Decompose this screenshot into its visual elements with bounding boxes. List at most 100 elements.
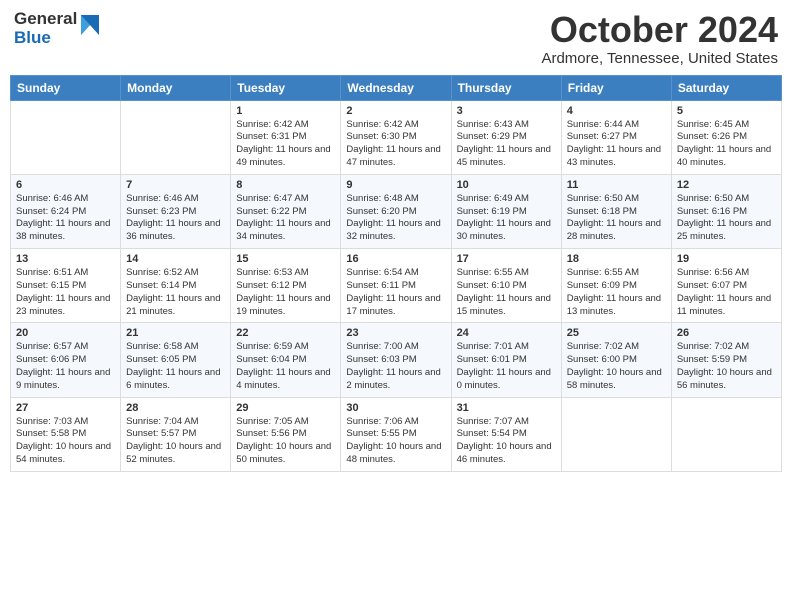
day-number: 22 [236, 327, 335, 339]
calendar-cell: 10Sunrise: 6:49 AM Sunset: 6:19 PM Dayli… [451, 174, 561, 248]
day-number: 2 [346, 105, 445, 117]
cell-content: Sunrise: 6:45 AM Sunset: 6:26 PM Dayligh… [677, 119, 776, 170]
cell-content: Sunrise: 6:58 AM Sunset: 6:05 PM Dayligh… [126, 341, 225, 392]
cell-content: Sunrise: 7:01 AM Sunset: 6:01 PM Dayligh… [457, 341, 556, 392]
calendar-cell [11, 100, 121, 174]
header-wednesday: Wednesday [341, 75, 451, 100]
day-number: 11 [567, 179, 666, 191]
day-number: 30 [346, 402, 445, 414]
cell-content: Sunrise: 7:02 AM Sunset: 5:59 PM Dayligh… [677, 341, 776, 392]
cell-content: Sunrise: 6:50 AM Sunset: 6:18 PM Dayligh… [567, 193, 666, 244]
logo-blue: Blue [14, 29, 77, 48]
calendar-cell: 14Sunrise: 6:52 AM Sunset: 6:14 PM Dayli… [121, 249, 231, 323]
day-number: 7 [126, 179, 225, 191]
calendar-cell: 17Sunrise: 6:55 AM Sunset: 6:10 PM Dayli… [451, 249, 561, 323]
day-number: 19 [677, 253, 776, 265]
cell-content: Sunrise: 6:55 AM Sunset: 6:09 PM Dayligh… [567, 267, 666, 318]
cell-content: Sunrise: 6:59 AM Sunset: 6:04 PM Dayligh… [236, 341, 335, 392]
calendar-week-row: 20 Sunrise: 6:57 AM Sunset: 6:06 PM Dayli… [11, 323, 782, 397]
day-number: 26 [677, 327, 776, 339]
calendar-cell [671, 397, 781, 471]
day-number: 5 [677, 105, 776, 117]
calendar-cell: 21 Sunrise: 6:58 AM Sunset: 6:05 PM Dayli… [121, 323, 231, 397]
logo-general: General [14, 10, 77, 29]
cell-content: Sunrise: 6:56 AM Sunset: 6:07 PM Dayligh… [677, 267, 776, 318]
day-number: 8 [236, 179, 335, 191]
calendar-cell: 7 Sunrise: 6:46 AM Sunset: 6:23 PM Daylig… [121, 174, 231, 248]
header-friday: Friday [561, 75, 671, 100]
cell-content: Sunrise: 7:00 AM Sunset: 6:03 PM Dayligh… [346, 341, 445, 392]
logo-icon [79, 11, 101, 44]
cell-content: Sunrise: 6:42 AM Sunset: 6:31 PM Dayligh… [236, 119, 335, 170]
calendar-cell: 6Sunrise: 6:46 AM Sunset: 6:24 PM Daylig… [11, 174, 121, 248]
header-thursday: Thursday [451, 75, 561, 100]
day-number: 15 [236, 253, 335, 265]
calendar-cell: 15 Sunrise: 6:53 AM Sunset: 6:12 PM Dayli… [231, 249, 341, 323]
calendar-cell: 5 Sunrise: 6:45 AM Sunset: 6:26 PM Daylig… [671, 100, 781, 174]
calendar-cell: 1 Sunrise: 6:42 AM Sunset: 6:31 PM Daylig… [231, 100, 341, 174]
logo: General Blue [14, 10, 101, 47]
cell-content: Sunrise: 6:44 AM Sunset: 6:27 PM Dayligh… [567, 119, 666, 170]
day-number: 24 [457, 327, 556, 339]
calendar-cell: 3Sunrise: 6:43 AM Sunset: 6:29 PM Daylig… [451, 100, 561, 174]
day-number: 28 [126, 402, 225, 414]
cell-content: Sunrise: 6:52 AM Sunset: 6:14 PM Dayligh… [126, 267, 225, 318]
day-number: 13 [16, 253, 115, 265]
calendar-table: SundayMondayTuesdayWednesdayThursdayFrid… [10, 75, 782, 472]
day-number: 23 [346, 327, 445, 339]
calendar-cell: 18 Sunrise: 6:55 AM Sunset: 6:09 PM Dayli… [561, 249, 671, 323]
cell-content: Sunrise: 6:55 AM Sunset: 6:10 PM Dayligh… [457, 267, 556, 318]
calendar-cell: 4 Sunrise: 6:44 AM Sunset: 6:27 PM Daylig… [561, 100, 671, 174]
cell-content: Sunrise: 6:48 AM Sunset: 6:20 PM Dayligh… [346, 193, 445, 244]
day-number: 18 [567, 253, 666, 265]
header-saturday: Saturday [671, 75, 781, 100]
calendar-cell: 29 Sunrise: 7:05 AM Sunset: 5:56 PM Dayli… [231, 397, 341, 471]
calendar-cell: 20 Sunrise: 6:57 AM Sunset: 6:06 PM Dayli… [11, 323, 121, 397]
calendar-cell [561, 397, 671, 471]
calendar-week-row: 1 Sunrise: 6:42 AM Sunset: 6:31 PM Daylig… [11, 100, 782, 174]
cell-content: Sunrise: 6:51 AM Sunset: 6:15 PM Dayligh… [16, 267, 115, 318]
calendar-cell: 19 Sunrise: 6:56 AM Sunset: 6:07 PM Dayli… [671, 249, 781, 323]
cell-content: Sunrise: 7:05 AM Sunset: 5:56 PM Dayligh… [236, 416, 335, 467]
logo-text: General Blue [14, 10, 77, 47]
calendar-cell: 30 Sunrise: 7:06 AM Sunset: 5:55 PM Dayli… [341, 397, 451, 471]
day-number: 25 [567, 327, 666, 339]
calendar-cell: 13 Sunrise: 6:51 AM Sunset: 6:15 PM Dayli… [11, 249, 121, 323]
cell-content: Sunrise: 6:57 AM Sunset: 6:06 PM Dayligh… [16, 341, 115, 392]
month-title: October 2024 [541, 10, 778, 50]
day-number: 9 [346, 179, 445, 191]
calendar-cell: 11 Sunrise: 6:50 AM Sunset: 6:18 PM Dayli… [561, 174, 671, 248]
cell-content: Sunrise: 6:54 AM Sunset: 6:11 PM Dayligh… [346, 267, 445, 318]
day-number: 21 [126, 327, 225, 339]
calendar-cell: 27Sunrise: 7:03 AM Sunset: 5:58 PM Dayli… [11, 397, 121, 471]
cell-content: Sunrise: 7:07 AM Sunset: 5:54 PM Dayligh… [457, 416, 556, 467]
day-number: 4 [567, 105, 666, 117]
cell-content: Sunrise: 6:47 AM Sunset: 6:22 PM Dayligh… [236, 193, 335, 244]
location-title: Ardmore, Tennessee, United States [541, 50, 778, 67]
day-number: 10 [457, 179, 556, 191]
day-number: 20 [16, 327, 115, 339]
calendar-cell: 8 Sunrise: 6:47 AM Sunset: 6:22 PM Daylig… [231, 174, 341, 248]
page-header: General Blue October 2024 Ardmore, Tenne… [10, 10, 782, 67]
calendar-cell: 31Sunrise: 7:07 AM Sunset: 5:54 PM Dayli… [451, 397, 561, 471]
calendar-week-row: 13 Sunrise: 6:51 AM Sunset: 6:15 PM Dayli… [11, 249, 782, 323]
day-number: 27 [16, 402, 115, 414]
calendar-cell: 12Sunrise: 6:50 AM Sunset: 6:16 PM Dayli… [671, 174, 781, 248]
header-monday: Monday [121, 75, 231, 100]
calendar-cell: 9 Sunrise: 6:48 AM Sunset: 6:20 PM Daylig… [341, 174, 451, 248]
day-number: 1 [236, 105, 335, 117]
header-tuesday: Tuesday [231, 75, 341, 100]
day-number: 16 [346, 253, 445, 265]
day-number: 6 [16, 179, 115, 191]
cell-content: Sunrise: 6:46 AM Sunset: 6:23 PM Dayligh… [126, 193, 225, 244]
calendar-cell: 16 Sunrise: 6:54 AM Sunset: 6:11 PM Dayli… [341, 249, 451, 323]
cell-content: Sunrise: 7:04 AM Sunset: 5:57 PM Dayligh… [126, 416, 225, 467]
cell-content: Sunrise: 7:06 AM Sunset: 5:55 PM Dayligh… [346, 416, 445, 467]
calendar-week-row: 27Sunrise: 7:03 AM Sunset: 5:58 PM Dayli… [11, 397, 782, 471]
cell-content: Sunrise: 6:53 AM Sunset: 6:12 PM Dayligh… [236, 267, 335, 318]
day-number: 29 [236, 402, 335, 414]
day-number: 12 [677, 179, 776, 191]
cell-content: Sunrise: 6:43 AM Sunset: 6:29 PM Dayligh… [457, 119, 556, 170]
cell-content: Sunrise: 6:42 AM Sunset: 6:30 PM Dayligh… [346, 119, 445, 170]
calendar-cell: 25Sunrise: 7:02 AM Sunset: 6:00 PM Dayli… [561, 323, 671, 397]
